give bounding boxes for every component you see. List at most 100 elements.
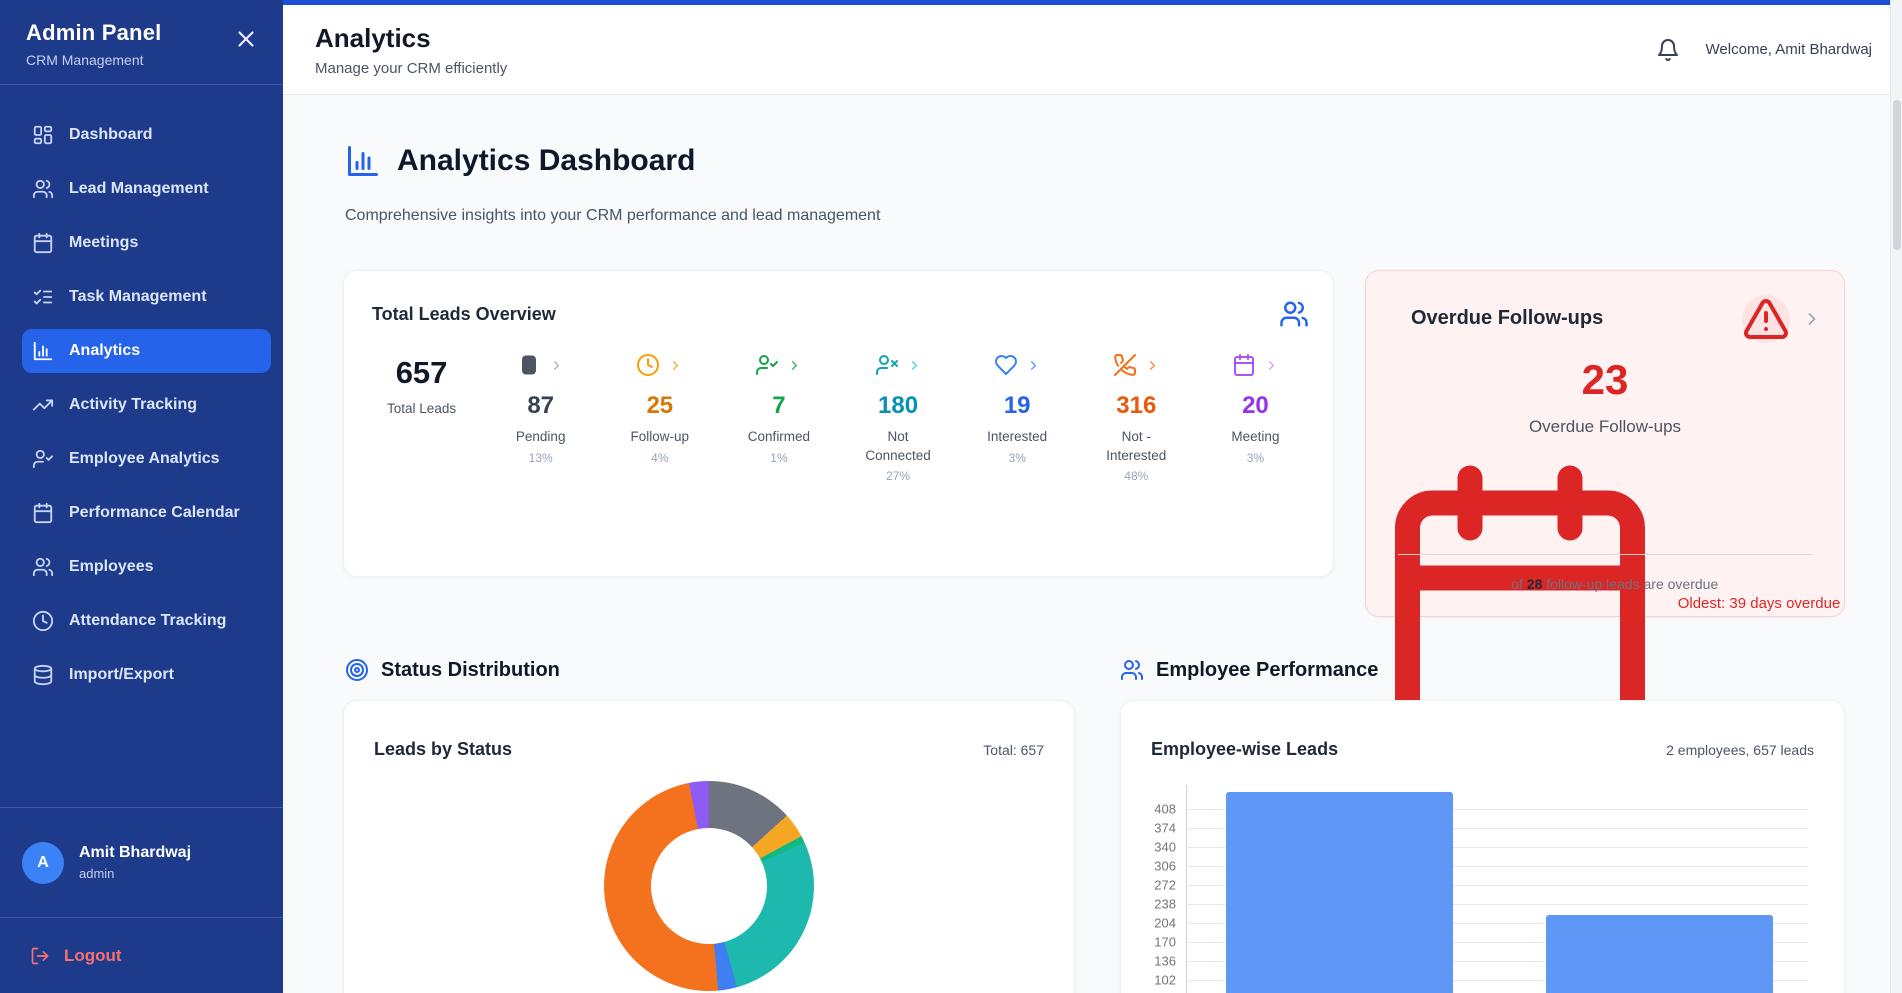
user-check-icon [32, 448, 54, 470]
sidebar-item-dashboard[interactable]: Dashboard [22, 113, 271, 157]
overdue-card-title: Overdue Follow-ups [1411, 307, 1603, 330]
donut-hole [651, 828, 767, 944]
sidebar-item-import-export[interactable]: Import/Export [22, 653, 271, 697]
sidebar-item-meetings[interactable]: Meetings [22, 221, 271, 265]
sidebar-header: Admin Panel CRM Management [0, 0, 283, 85]
chevron-right-icon[interactable] [1145, 358, 1160, 373]
stat-confirmed[interactable]: 7Confirmed1% [719, 349, 838, 483]
target-icon [345, 658, 369, 682]
stat-value: 19 [1004, 393, 1031, 419]
stat-follow-up[interactable]: 25Follow-up4% [600, 349, 719, 483]
overview-card-title: Total Leads Overview [372, 304, 556, 325]
y-tick-label: 272 [1154, 878, 1176, 893]
phone-off-icon [1113, 353, 1137, 377]
user-name: Amit Bhardwaj [79, 844, 191, 862]
clock-icon [32, 610, 54, 632]
overdue-followups-card[interactable]: Overdue Follow-ups 23 Overdue Follow-ups… [1365, 270, 1845, 617]
sidebar-item-attendance-tracking[interactable]: Attendance Tracking [22, 599, 271, 643]
employee-meta: 2 employees, 657 leads [1666, 742, 1814, 758]
chevron-right-icon[interactable] [1264, 358, 1279, 373]
user-role: admin [79, 866, 191, 881]
y-tick-label: 102 [1154, 973, 1176, 988]
sidebar-item-performance-calendar[interactable]: Performance Calendar [22, 491, 271, 535]
chevron-right-icon[interactable] [787, 358, 802, 373]
stat-value: 316 [1116, 393, 1156, 419]
stat-value: 7 [772, 393, 785, 419]
user-check-icon [755, 353, 779, 377]
stat-meeting[interactable]: 20Meeting3% [1196, 349, 1315, 483]
employee-wise-leads-card: Employee-wise Leads 2 employees, 657 lea… [1120, 700, 1845, 993]
employee-performance-header: Employee Performance [1120, 658, 1378, 682]
stat-not-interested[interactable]: 316Not - Interested48% [1077, 349, 1196, 483]
y-tick-label: 306 [1154, 859, 1176, 874]
stat-label: Meeting [1231, 428, 1279, 446]
bar-chart-icon [32, 340, 54, 362]
employee-section-title: Employee Performance [1156, 659, 1378, 682]
notifications-bell-icon[interactable] [1656, 38, 1680, 62]
users-icon [1120, 658, 1144, 682]
y-tick-label: 238 [1154, 897, 1176, 912]
stat-percent: 27% [886, 469, 910, 483]
sidebar-item-label: Attendance Tracking [69, 612, 226, 630]
scrollbar-thumb[interactable] [1893, 100, 1901, 250]
sidebar-user-profile[interactable]: A Amit Bhardwaj admin [0, 807, 283, 917]
sidebar-item-employee-analytics[interactable]: Employee Analytics [22, 437, 271, 481]
sidebar-item-label: Meetings [69, 234, 138, 252]
users-icon [32, 556, 54, 578]
total-leads-overview-card: Total Leads Overview 657Total Leads 87 Pen… [343, 270, 1334, 577]
user-x-icon [875, 353, 899, 377]
stat-percent: 3% [1009, 451, 1026, 465]
sidebar-item-label: Performance Calendar [69, 504, 240, 522]
sidebar-item-lead-management[interactable]: Lead Management [22, 167, 271, 211]
sidebar-item-activity-tracking[interactable]: Activity Tracking [22, 383, 271, 427]
stat-percent: 48% [1124, 469, 1148, 483]
stat-not-connected[interactable]: 180Not Connected27% [839, 349, 958, 483]
logout-icon [30, 946, 50, 966]
stat-interested[interactable]: 19Interested3% [958, 349, 1077, 483]
sidebar-item-task-management[interactable]: Task Management [22, 275, 271, 319]
stat-label: Pending [516, 428, 566, 446]
analytics-chart-icon [345, 143, 381, 179]
y-tick-label: 340 [1154, 840, 1176, 855]
alert-triangle-icon [1742, 295, 1790, 343]
page-scrollbar[interactable] [1890, 0, 1902, 993]
sidebar-item-label: Import/Export [69, 666, 174, 684]
y-tick-label: 136 [1154, 954, 1176, 969]
clock-icon [636, 353, 660, 377]
chevron-right-icon[interactable] [549, 358, 564, 373]
header-subtitle: Manage your CRM efficiently [315, 60, 507, 77]
sidebar-item-label: Task Management [69, 288, 207, 306]
y-tick-label: 374 [1154, 821, 1176, 836]
total-leads-label: Total Leads [387, 400, 456, 418]
stat-percent: 3% [1247, 451, 1264, 465]
sidebar-item-label: Dashboard [69, 126, 153, 144]
lead-stats-row: 657Total Leads 87 Pending 13% 25Follow-up4% 7… [362, 349, 1315, 483]
sidebar-item-label: Analytics [69, 342, 140, 360]
stat-total-leads: 657Total Leads [362, 349, 481, 483]
sidebar-close-icon[interactable] [233, 26, 259, 52]
stat-percent: 13% [529, 451, 553, 465]
employee-wise-leads-title: Employee-wise Leads [1151, 739, 1338, 760]
y-tick-label: 408 [1154, 802, 1176, 817]
chevron-right-icon[interactable] [1026, 358, 1041, 373]
sidebar-nav: Dashboard Lead Management Meetings Task Man… [0, 85, 283, 807]
employee-bar-2 [1546, 915, 1773, 993]
main-content: Analytics Dashboard Comprehensive insigh… [283, 95, 1890, 993]
y-tick-label: 170 [1154, 935, 1176, 950]
stat-value: 87 [527, 393, 554, 419]
leads-by-status-card: Leads by Status Total: 657 [343, 700, 1075, 993]
stat-pending[interactable]: 87 Pending 13% [481, 349, 600, 483]
chevron-right-icon[interactable] [668, 358, 683, 373]
logout-button[interactable]: Logout [0, 917, 283, 993]
chevron-right-icon[interactable] [907, 358, 922, 373]
stat-label: Not Connected [854, 428, 942, 464]
sidebar-item-label: Employees [69, 558, 153, 576]
overdue-count: 23 [1582, 359, 1629, 401]
calendar-icon [32, 502, 54, 524]
chevron-right-icon[interactable] [1802, 309, 1822, 329]
sidebar-item-analytics[interactable]: Analytics [22, 329, 271, 373]
status-distribution-header: Status Distribution [345, 658, 560, 682]
sidebar-item-employees[interactable]: Employees [22, 545, 271, 589]
leads-total-label: Total: 657 [983, 742, 1044, 758]
stat-label: Confirmed [748, 428, 810, 446]
